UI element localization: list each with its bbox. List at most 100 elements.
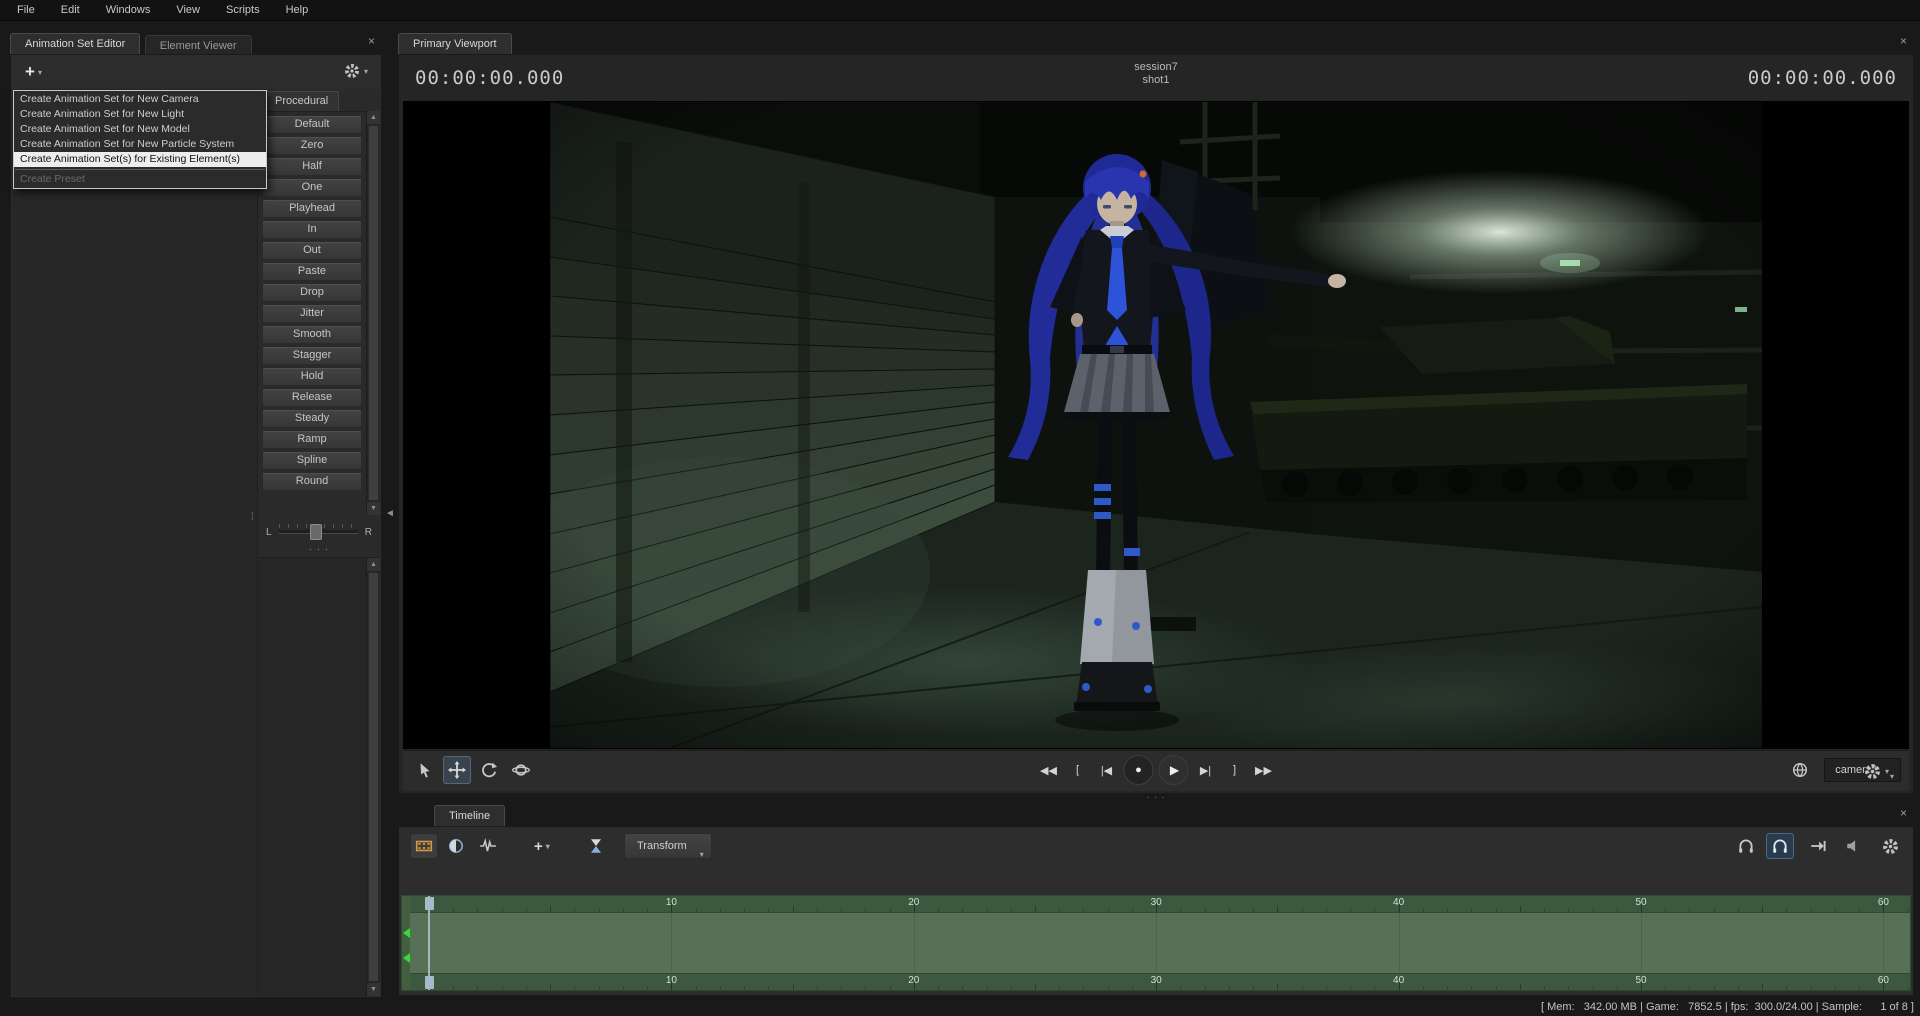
camera-select[interactable]: camera1 ▾ — [1824, 758, 1901, 782]
seek-end-button[interactable] — [1804, 833, 1832, 859]
preset-button-drop[interactable]: Drop — [262, 283, 362, 302]
clip-start-button[interactable]: [ — [1066, 764, 1090, 776]
left-panel-close-icon[interactable]: × — [368, 35, 375, 47]
animation-set-tree[interactable] — [12, 89, 258, 996]
clip-editor-button[interactable] — [410, 833, 438, 859]
preset-button-half[interactable]: Half — [262, 157, 362, 176]
ruler-tick — [695, 987, 697, 990]
panel-splitter[interactable]: ◄ — [382, 30, 398, 794]
preset-button-round[interactable]: Round — [262, 472, 362, 491]
preset-button-zero[interactable]: Zero — [262, 136, 362, 155]
preset-button-playhead[interactable]: Playhead — [262, 199, 362, 218]
viewport-settings-button[interactable]: ▾ — [1864, 763, 1889, 780]
preset-button-spline[interactable]: Spline — [262, 451, 362, 470]
render-view[interactable] — [550, 102, 1762, 748]
scrollbar-thumb[interactable] — [368, 572, 379, 982]
ruler-tick — [1059, 987, 1061, 990]
orbit-tool-button[interactable] — [507, 756, 535, 784]
preset-button-out[interactable]: Out — [262, 241, 362, 260]
ruler-tick — [1568, 909, 1570, 912]
create-menu-item[interactable]: Create Animation Set for New Light — [14, 107, 266, 122]
preset-button-steady[interactable]: Steady — [262, 409, 362, 428]
tab-primary-viewport[interactable]: Primary Viewport — [398, 33, 512, 56]
timeline-track[interactable]: 10 20 30 40 50 60 10 20 30 40 50 60 — [401, 895, 1911, 991]
prev-clip-icon[interactable] — [403, 953, 410, 963]
scroll-up-icon[interactable]: ▲ — [367, 111, 380, 124]
scroll-down-icon[interactable]: ▼ — [367, 983, 380, 996]
timeline-work-area[interactable] — [410, 913, 1910, 973]
preset-button-release[interactable]: Release — [262, 388, 362, 407]
tab-procedural[interactable]: Procedural — [264, 91, 340, 111]
speaker-button[interactable] — [1840, 833, 1868, 859]
fast-forward-button[interactable]: ▶▶ — [1252, 764, 1276, 777]
preset-scrollbar[interactable]: ▲ ▼ — [366, 111, 380, 515]
panel-settings-button[interactable]: ▾ — [344, 63, 368, 79]
play-button[interactable]: ▶ — [1158, 755, 1189, 785]
transform-dropdown[interactable]: Transform ▾ — [624, 833, 712, 859]
timeline-close-icon[interactable]: × — [1900, 807, 1907, 819]
playhead-handle-bottom[interactable] — [425, 976, 434, 989]
rewind-button[interactable]: ◀◀ — [1037, 764, 1061, 777]
tab-timeline[interactable]: Timeline — [434, 805, 506, 828]
frame-back-button[interactable]: |◀ — [1095, 764, 1119, 777]
preset-button-one[interactable]: One — [262, 178, 362, 197]
graph-editor-button[interactable] — [474, 833, 502, 859]
prev-clip-icon[interactable] — [403, 928, 410, 938]
tab-animation-set-editor[interactable]: Animation Set Editor — [10, 33, 141, 56]
timeline-ruler-bottom[interactable]: 10 20 30 40 50 60 — [410, 973, 1910, 990]
create-menu-item[interactable]: Create Animation Set for New Camera — [14, 92, 266, 107]
create-menu-item[interactable]: Create Animation Set(s) for Existing Ele… — [14, 152, 266, 167]
preset-button-default[interactable]: Default — [262, 115, 362, 134]
preset-strength-slider[interactable] — [278, 524, 358, 540]
rotate-tool-button[interactable] — [475, 756, 503, 784]
tab-element-viewer[interactable]: Element Viewer — [144, 35, 252, 56]
world-camera-button[interactable] — [1786, 756, 1814, 784]
presets-splitter-handle[interactable]: · · · — [258, 545, 380, 555]
frame-forward-button[interactable]: ▶| — [1194, 764, 1218, 777]
sliders-scrollbar[interactable]: ▲ ▼ — [366, 558, 380, 996]
viewport-scene-area[interactable] — [403, 101, 1909, 749]
preset-button-paste[interactable]: Paste — [262, 262, 362, 281]
playhead-handle-top[interactable] — [425, 897, 434, 910]
scroll-down-icon[interactable]: ▼ — [367, 502, 380, 515]
preset-button-jitter[interactable]: Jitter — [262, 304, 362, 323]
headphones-solo-button[interactable] — [1766, 833, 1794, 859]
scrollbar-thumb[interactable] — [368, 125, 379, 501]
ruler-tick — [1859, 987, 1861, 990]
headphones-button[interactable] — [1732, 833, 1760, 859]
preset-button-stagger[interactable]: Stagger — [262, 346, 362, 365]
create-menu-item[interactable]: Create Animation Set for New Model — [14, 122, 266, 137]
preset-button-smooth[interactable]: Smooth — [262, 325, 362, 344]
time-selection-button[interactable] — [582, 833, 610, 859]
sliders-area[interactable]: ▲ ▼ — [258, 557, 380, 996]
viewport-close-icon[interactable]: × — [1900, 35, 1907, 47]
slider-thumb[interactable] — [310, 524, 323, 540]
menubar-item-file[interactable]: File — [4, 0, 48, 20]
chevron-down-icon: ▾ — [699, 850, 704, 859]
viewport-resize-handle[interactable]: · · · — [398, 793, 1914, 802]
preset-button-hold[interactable]: Hold — [262, 367, 362, 386]
column-splitter-handle[interactable]: ⁞ — [251, 513, 254, 523]
move-tool-button[interactable] — [443, 756, 471, 784]
preset-button-in[interactable]: In — [262, 220, 362, 239]
preset-button-ramp[interactable]: Ramp — [262, 430, 362, 449]
scroll-up-icon[interactable]: ▲ — [367, 558, 380, 571]
menubar-item-edit[interactable]: Edit — [48, 0, 93, 20]
select-tool-button[interactable] — [411, 756, 439, 784]
menubar-item-windows[interactable]: Windows — [93, 0, 164, 20]
add-animation-set-button[interactable]: + ▾ — [20, 61, 47, 83]
menubar-item-help[interactable]: Help — [273, 0, 322, 20]
motion-editor-button[interactable] — [442, 833, 470, 859]
add-clip-button[interactable]: + ▾ — [534, 833, 550, 859]
timeline-ruler-top[interactable]: 10 20 30 40 50 60 — [410, 896, 1910, 913]
menubar-item-scripts[interactable]: Scripts — [213, 0, 273, 20]
viewport-toolbar: ◀◀ [ |◀ ● ▶ ▶| ] ▶▶ camera1 ▾ ▾ — [403, 750, 1909, 791]
clip-end-button[interactable]: ] — [1223, 764, 1247, 776]
timeline-settings-button[interactable] — [1876, 833, 1904, 859]
ruler-tick — [938, 987, 940, 990]
create-menu-item[interactable]: Create Animation Set for New Particle Sy… — [14, 137, 266, 152]
record-button[interactable]: ● — [1123, 755, 1154, 785]
collapse-arrow-icon[interactable]: ◄ — [385, 508, 395, 519]
menubar-item-view[interactable]: View — [163, 0, 213, 20]
menu-separator — [15, 169, 265, 170]
